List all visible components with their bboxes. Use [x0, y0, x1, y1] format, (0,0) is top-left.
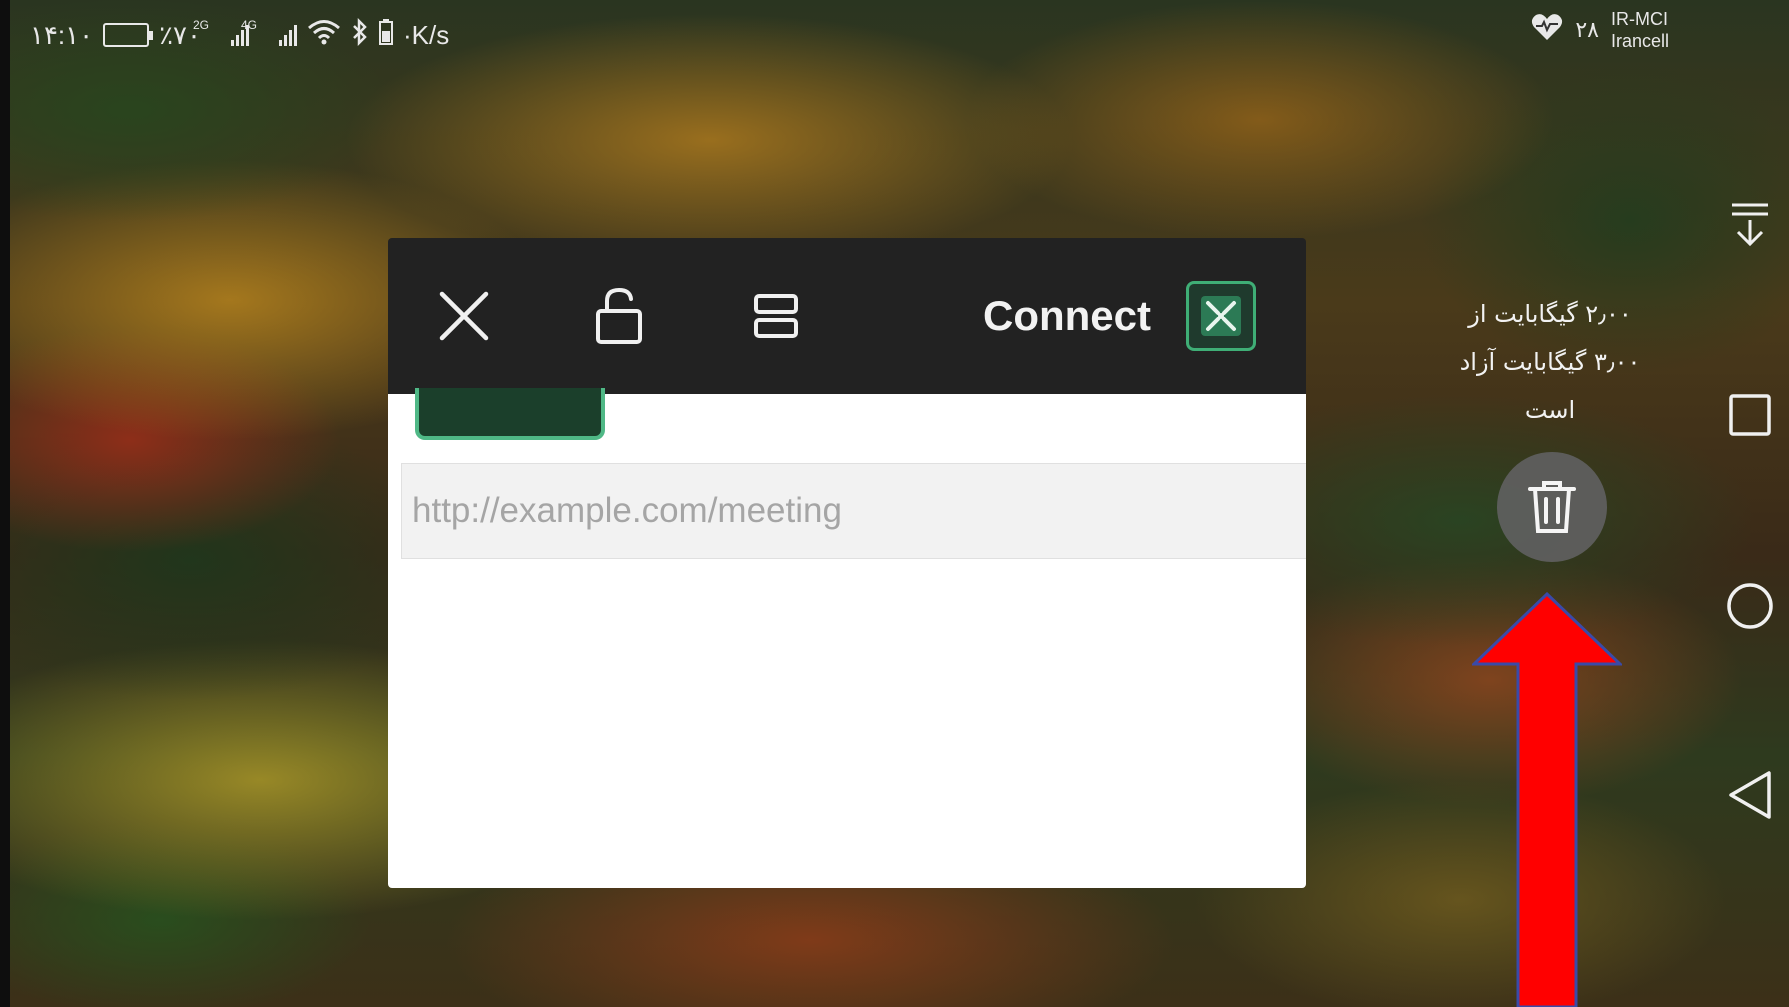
carrier-names: IR-MCI Irancell: [1611, 8, 1669, 52]
status-bar-left: ۱۴:۱۰ ٪۷۰ 2G 4G ·K/s: [30, 17, 450, 53]
status-bar-right: ۲۸ IR-MCI Irancell: [1531, 8, 1669, 52]
app-tab[interactable]: [415, 388, 605, 440]
heart-value: ۲۸: [1575, 17, 1599, 42]
storage-line1: ۲٫۰۰ گیگابایت از: [1468, 300, 1632, 328]
meeting-url-input[interactable]: [412, 464, 1306, 558]
storage-line3: است: [1524, 396, 1576, 424]
bluetooth-icon: [351, 17, 369, 53]
recent-apps-button[interactable]: [1710, 380, 1789, 450]
collapse-nav-button[interactable]: [1710, 190, 1789, 260]
home-icon: [1727, 583, 1773, 629]
close-button[interactable]: [436, 288, 492, 344]
clear-all-button[interactable]: [1497, 452, 1607, 562]
close-icon: [439, 291, 489, 341]
carrier-line2: Irancell: [1610, 31, 1669, 51]
floating-window-toolbar: Connect: [388, 238, 1306, 394]
floating-window: Connect: [388, 238, 1306, 888]
carrier-line1: IR-MCI: [1610, 9, 1668, 29]
connect-app-icon: [1201, 296, 1241, 336]
storage-info: ۲٫۰۰ گیگابایت از ۳٫۰۰ گیگابایت آزاد است: [1430, 290, 1670, 434]
sim2-tag: 4G: [241, 18, 258, 32]
red-arrow-annotation: [1472, 592, 1622, 1007]
back-button[interactable]: [1710, 760, 1789, 830]
battery-icon: [103, 23, 154, 47]
trash-icon: [1528, 481, 1576, 533]
unlock-icon: [596, 287, 642, 344]
connect-app-button[interactable]: [1186, 281, 1256, 351]
sim-battery-icon: [379, 18, 393, 52]
home-button[interactable]: [1710, 571, 1789, 641]
navigation-bar: [1710, 0, 1789, 1007]
recent-apps-icon: [1729, 394, 1771, 436]
layout-icon: [754, 294, 798, 338]
clock: ۱۴:۱۰: [30, 19, 94, 50]
collapse-icon: [1732, 203, 1768, 247]
unlock-button[interactable]: [591, 287, 647, 344]
sim1-tag: 2G: [193, 18, 210, 32]
health-heart-icon: [1531, 13, 1563, 48]
home-screen: ۱۴:۱۰ ٪۷۰ 2G 4G ·K/s ۲۸ IR-MCI Irancell: [10, 0, 1789, 1007]
floating-window-content: [388, 388, 1306, 888]
sim2-signal-icon: 4G: [241, 18, 297, 46]
storage-line2: ۳٫۰۰ گیگابایت آزاد: [1459, 348, 1641, 376]
back-icon: [1729, 771, 1771, 819]
layout-button[interactable]: [748, 288, 804, 344]
net-speed: ·K/s: [403, 19, 450, 50]
connect-title: Connect: [983, 292, 1151, 339]
wifi-icon: [307, 19, 341, 52]
meeting-url-field[interactable]: [401, 463, 1306, 559]
